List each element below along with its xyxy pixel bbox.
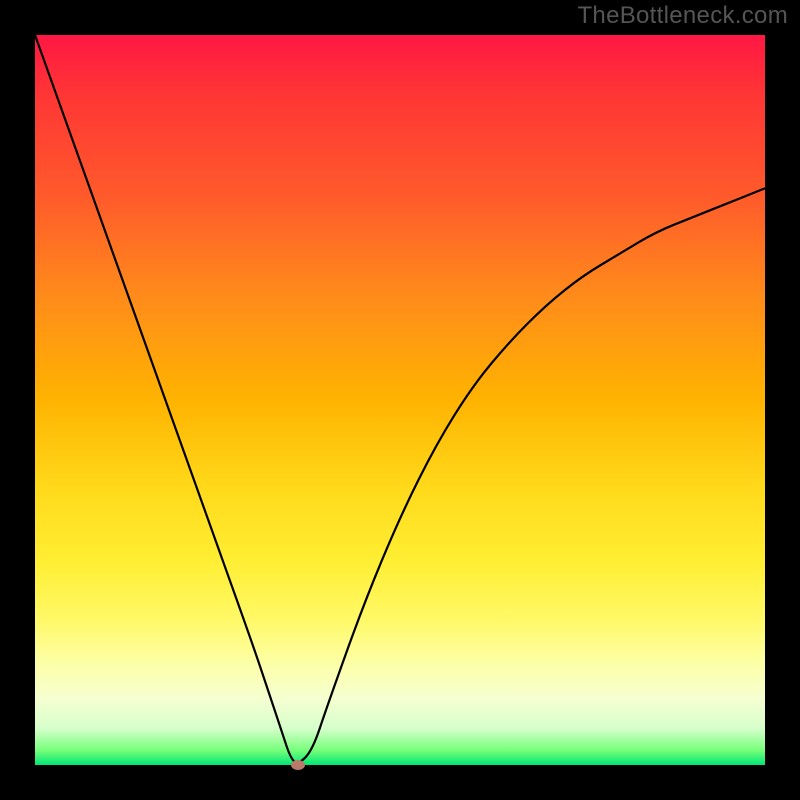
watermark-label: TheBottleneck.com (577, 2, 788, 30)
optimal-point-marker (291, 760, 305, 770)
bottleneck-curve (35, 35, 765, 765)
chart-frame: TheBottleneck.com (0, 0, 800, 800)
